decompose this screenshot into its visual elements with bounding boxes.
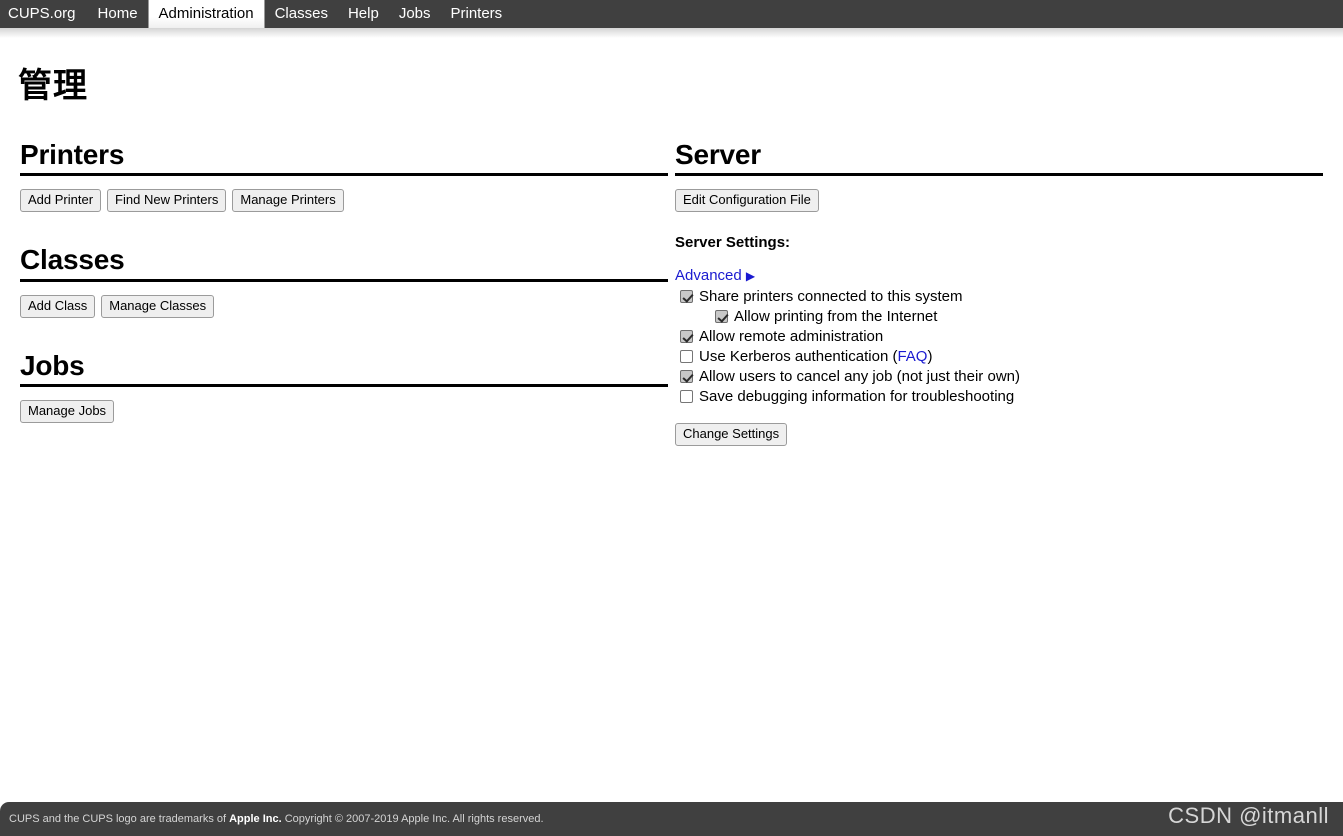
jobs-button-row: Manage Jobs	[20, 400, 668, 424]
setting-label-suffix: )	[927, 348, 933, 366]
setting-row: Share printers connected to this system	[680, 287, 1323, 307]
nav-item-label: Home	[97, 5, 138, 22]
classes-button-row: Add Class Manage Classes	[20, 294, 668, 318]
change-settings-row: Change Settings	[675, 423, 1323, 447]
nav-item-home[interactable]: Home	[88, 0, 148, 28]
checkbox-allow-remote-administration[interactable]	[680, 330, 693, 344]
manage-printers-button[interactable]: Manage Printers	[232, 189, 344, 213]
server-section: Server Edit Configuration File Server Se…	[675, 139, 1323, 447]
nav-item-label: Printers	[450, 5, 503, 22]
jobs-heading: Jobs	[20, 349, 85, 381]
classes-section: Classes Add Class Manage Classes	[20, 244, 668, 318]
find-new-printers-button[interactable]: Find New Printers	[107, 189, 227, 213]
add-class-button[interactable]: Add Class	[20, 294, 96, 318]
printers-section: Printers Add Printer Find New Printers Man…	[20, 139, 668, 213]
jobs-section: Jobs Manage Jobs	[20, 349, 668, 424]
classes-divider	[20, 278, 668, 282]
footer-trademark: Apple Inc.	[229, 813, 282, 825]
left-column: Printers Add Printer Find New Printers Man…	[20, 139, 668, 424]
setting-label: Allow printing from the Internet	[734, 308, 938, 326]
checkbox-share-printers-connected-to-this-system[interactable]	[680, 290, 693, 304]
edit-configuration-file-button[interactable]: Edit Configuration File	[675, 189, 819, 213]
triangle-right-icon: ▶	[745, 269, 756, 284]
printers-divider	[20, 173, 668, 177]
nav-item-label: Classes	[274, 5, 328, 22]
setting-label: Use Kerberos authentication (	[699, 348, 898, 366]
nav-item-cups-org[interactable]: CUPS.org	[0, 0, 88, 28]
checkbox-save-debugging-information-for-troubleshooting[interactable]	[680, 390, 693, 404]
setting-row: Allow remote administration	[680, 327, 1323, 347]
csdn-watermark: CSDN @itmanll	[1168, 803, 1329, 828]
setting-row: Allow printing from the Internet	[715, 307, 1323, 327]
server-settings-label: Server Settings:	[675, 234, 791, 252]
page-footer: CUPS and the CUPS logo are trademarks of…	[0, 802, 1343, 836]
page-title: 管理	[18, 67, 88, 105]
manage-classes-button[interactable]: Manage Classes	[101, 294, 215, 318]
footer-text-before: CUPS and the CUPS logo are trademarks of	[9, 813, 230, 825]
nav-item-classes[interactable]: Classes	[265, 0, 338, 28]
nav-item-label: CUPS.org	[8, 5, 76, 22]
footer-copyright-text: CUPS and the CUPS logo are trademarks of…	[0, 813, 544, 825]
nav-item-administration[interactable]: Administration	[147, 0, 265, 28]
setting-row: Save debugging information for troublesh…	[680, 387, 1323, 407]
setting-label: Allow remote administration	[699, 328, 884, 346]
checkbox-allow-users-to-cancel-any-job-not-just-their-own[interactable]	[680, 370, 693, 384]
nav-item-help[interactable]: Help	[338, 0, 389, 28]
manage-jobs-button[interactable]: Manage Jobs	[20, 400, 115, 424]
setting-row: Allow users to cancel any job (not just …	[680, 367, 1323, 387]
server-heading: Server	[675, 139, 761, 170]
printers-heading: Printers	[20, 139, 125, 170]
server-divider	[675, 173, 1323, 177]
navbar-shadow	[0, 28, 1343, 38]
right-column: Server Edit Configuration File Server Se…	[675, 139, 1323, 447]
faq-link[interactable]: FAQ	[897, 347, 927, 367]
add-printer-button[interactable]: Add Printer	[20, 189, 102, 213]
server-settings-list: Share printers connected to this system A…	[675, 287, 1323, 407]
checkbox-use-kerberos-authentication[interactable]	[680, 350, 693, 364]
setting-label: Save debugging information for troublesh…	[699, 388, 1015, 406]
nav-item-label: Administration	[158, 5, 254, 22]
advanced-toggle-link[interactable]: Advanced ▶	[675, 267, 755, 284]
classes-heading: Classes	[20, 244, 125, 276]
top-navigation-bar: CUPS.org Home Administration Classes Help Job…	[0, 0, 1343, 28]
nav-item-printers[interactable]: Printers	[441, 0, 513, 28]
setting-row: Use Kerberos authentication (FAQ)	[680, 347, 1323, 367]
footer-text-after: Copyright © 2007-2019 Apple Inc. All rig…	[281, 813, 544, 825]
advanced-label: Advanced	[675, 267, 742, 285]
server-button-row: Edit Configuration File	[675, 189, 1323, 213]
nav-item-jobs[interactable]: Jobs	[389, 0, 441, 28]
checkbox-allow-printing-from-the-internet[interactable]	[715, 310, 728, 324]
printers-button-row: Add Printer Find New Printers Manage Print…	[20, 189, 668, 213]
setting-label: Allow users to cancel any job (not just …	[699, 368, 1020, 386]
change-settings-button[interactable]: Change Settings	[675, 423, 788, 447]
jobs-divider	[20, 384, 668, 388]
setting-label: Share printers connected to this system	[699, 288, 963, 306]
nav-item-label: Jobs	[398, 5, 431, 22]
nav-item-label: Help	[347, 5, 379, 22]
